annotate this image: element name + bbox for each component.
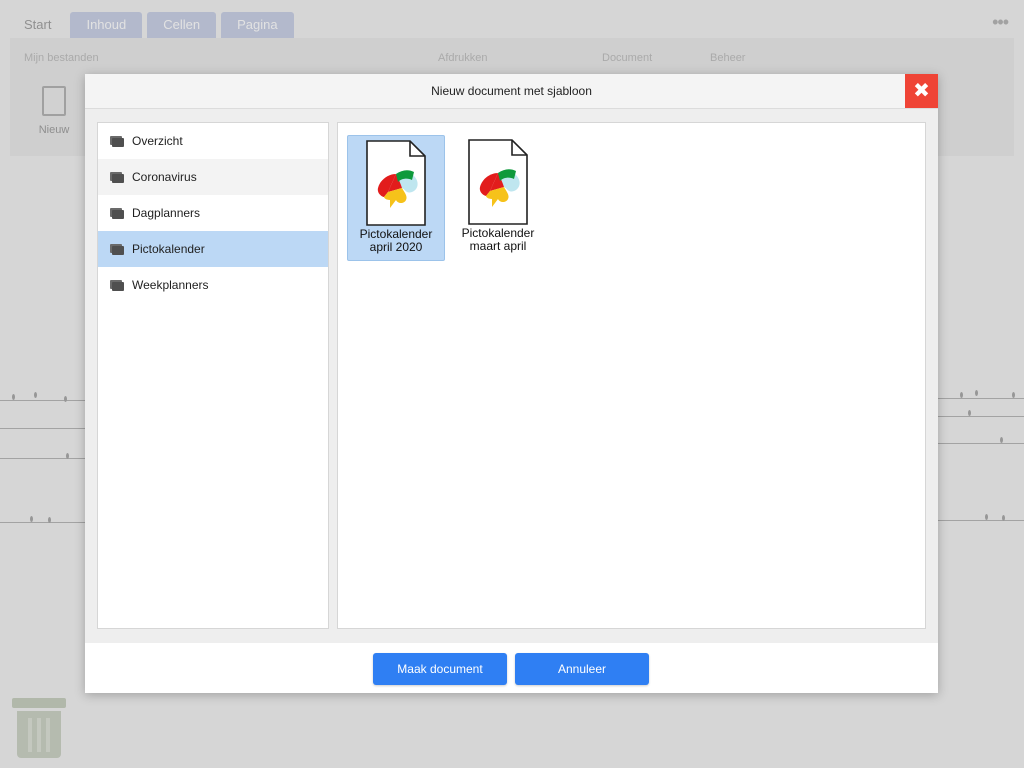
folder-icon [110,135,124,147]
close-button[interactable]: ✖ [905,74,938,108]
folder-label: Weekplanners [132,278,209,292]
template-dialog: Nieuw document met sjabloon ✖ Overzicht … [85,74,938,693]
template-name-line2: maart april [469,239,527,253]
folder-label: Dagplanners [132,206,201,220]
folder-icon [110,243,124,255]
folder-list: Overzicht Coronavirus Dagplanners Pictok… [97,122,329,629]
template-name-line2: april 2020 [369,240,423,254]
dialog-footer: Maak document Annuleer [85,643,938,693]
folder-item-coronavirus[interactable]: Coronavirus [98,159,328,195]
template-document-icon [366,140,426,226]
template-document-icon [468,139,528,225]
dialog-content: Overzicht Coronavirus Dagplanners Pictok… [85,109,938,643]
folder-label: Overzicht [132,134,183,148]
folder-item-overzicht[interactable]: Overzicht [98,123,328,159]
folder-label: Coronavirus [132,170,197,184]
folder-item-dagplanners[interactable]: Dagplanners [98,195,328,231]
dialog-header: Nieuw document met sjabloon ✖ [85,74,938,109]
folder-item-weekplanners[interactable]: Weekplanners [98,267,328,303]
template-tile-pictokalender-april-2020[interactable]: Pictokalender april 2020 [347,135,445,261]
folder-icon [110,171,124,183]
create-document-button[interactable]: Maak document [373,653,507,685]
cancel-button[interactable]: Annuleer [515,653,649,685]
folder-item-pictokalender[interactable]: Pictokalender [98,231,328,267]
folder-icon [110,207,124,219]
close-icon: ✖ [913,80,930,102]
template-tile-pictokalender-maart-april[interactable]: Pictokalender maart april [450,135,546,259]
folder-label: Pictokalender [132,242,205,256]
folder-icon [110,279,124,291]
dialog-title: Nieuw document met sjabloon [431,84,592,98]
template-grid: Pictokalender april 2020 Pictokalender m… [337,122,926,629]
